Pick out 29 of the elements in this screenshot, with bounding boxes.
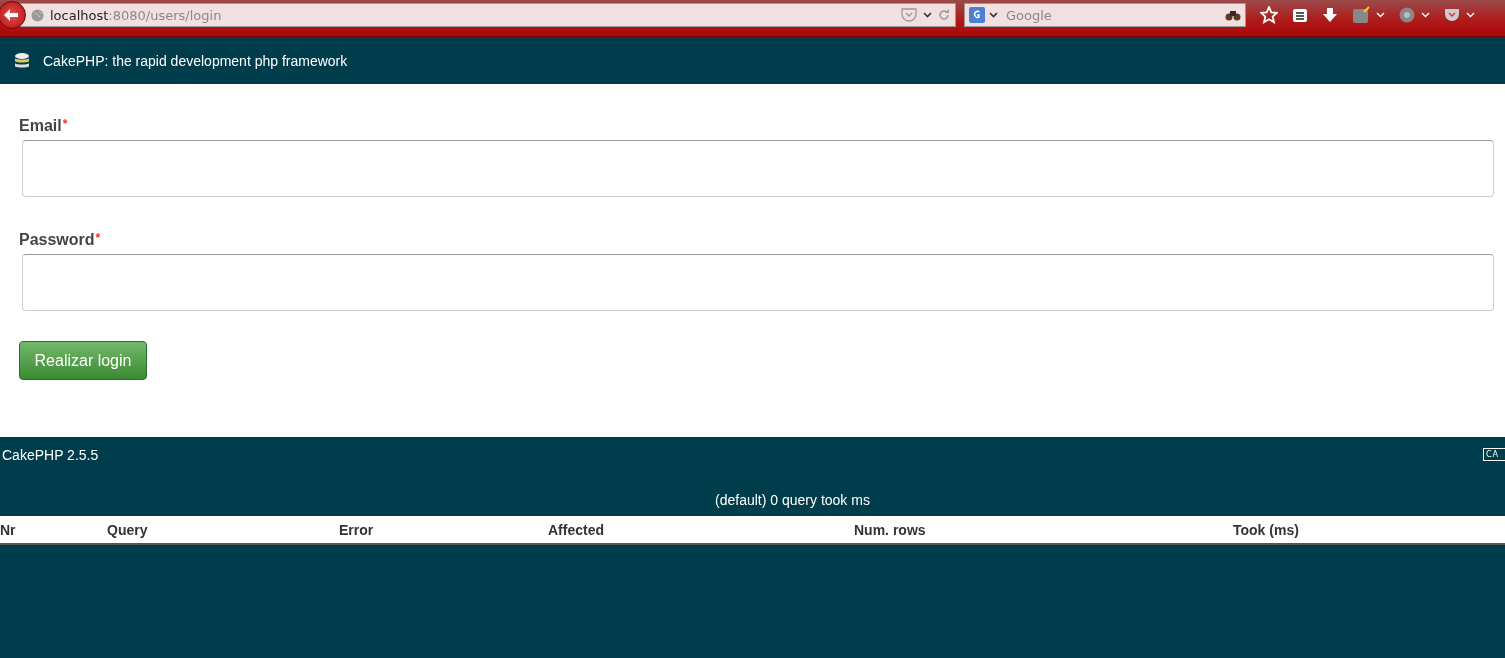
back-arrow-icon (4, 7, 20, 23)
address-bar[interactable]: localhost:8080/users/login (20, 3, 956, 27)
query-summary: (default) 0 query took ms (714, 491, 871, 510)
globe-icon[interactable] (1399, 7, 1415, 23)
chevron-icon[interactable] (923, 12, 932, 18)
url-text: localhost:8080/users/login (50, 7, 222, 23)
back-button[interactable] (0, 1, 26, 29)
version-text: CakePHP 2.5.5 (2, 447, 99, 463)
column-header: Num. rows (854, 521, 927, 538)
column-header: Affected (548, 521, 605, 538)
column-header: Error (339, 521, 375, 538)
globe-icon (31, 8, 44, 22)
cake-stack-icon (13, 51, 31, 70)
binoculars-icon[interactable] (1225, 9, 1241, 21)
input-field[interactable] (22, 254, 1494, 311)
site-title: CakePHP: the rapid development php framework (43, 52, 348, 69)
field-label: Email* (19, 117, 68, 135)
download-icon[interactable] (1322, 7, 1338, 23)
field-label: Password* (19, 231, 101, 249)
chevron-icon[interactable] (989, 12, 998, 18)
column-header: Nr (0, 521, 17, 538)
cake-badge: CA (1483, 447, 1505, 461)
column-header: Query (107, 521, 149, 538)
search-field[interactable]: Google (964, 3, 1246, 27)
list-icon[interactable] (1292, 7, 1308, 23)
star-icon[interactable] (1260, 6, 1278, 24)
column-header: Took (ms) (1233, 521, 1300, 538)
input-field[interactable] (22, 140, 1494, 197)
search-input[interactable]: Google (1002, 7, 1221, 23)
